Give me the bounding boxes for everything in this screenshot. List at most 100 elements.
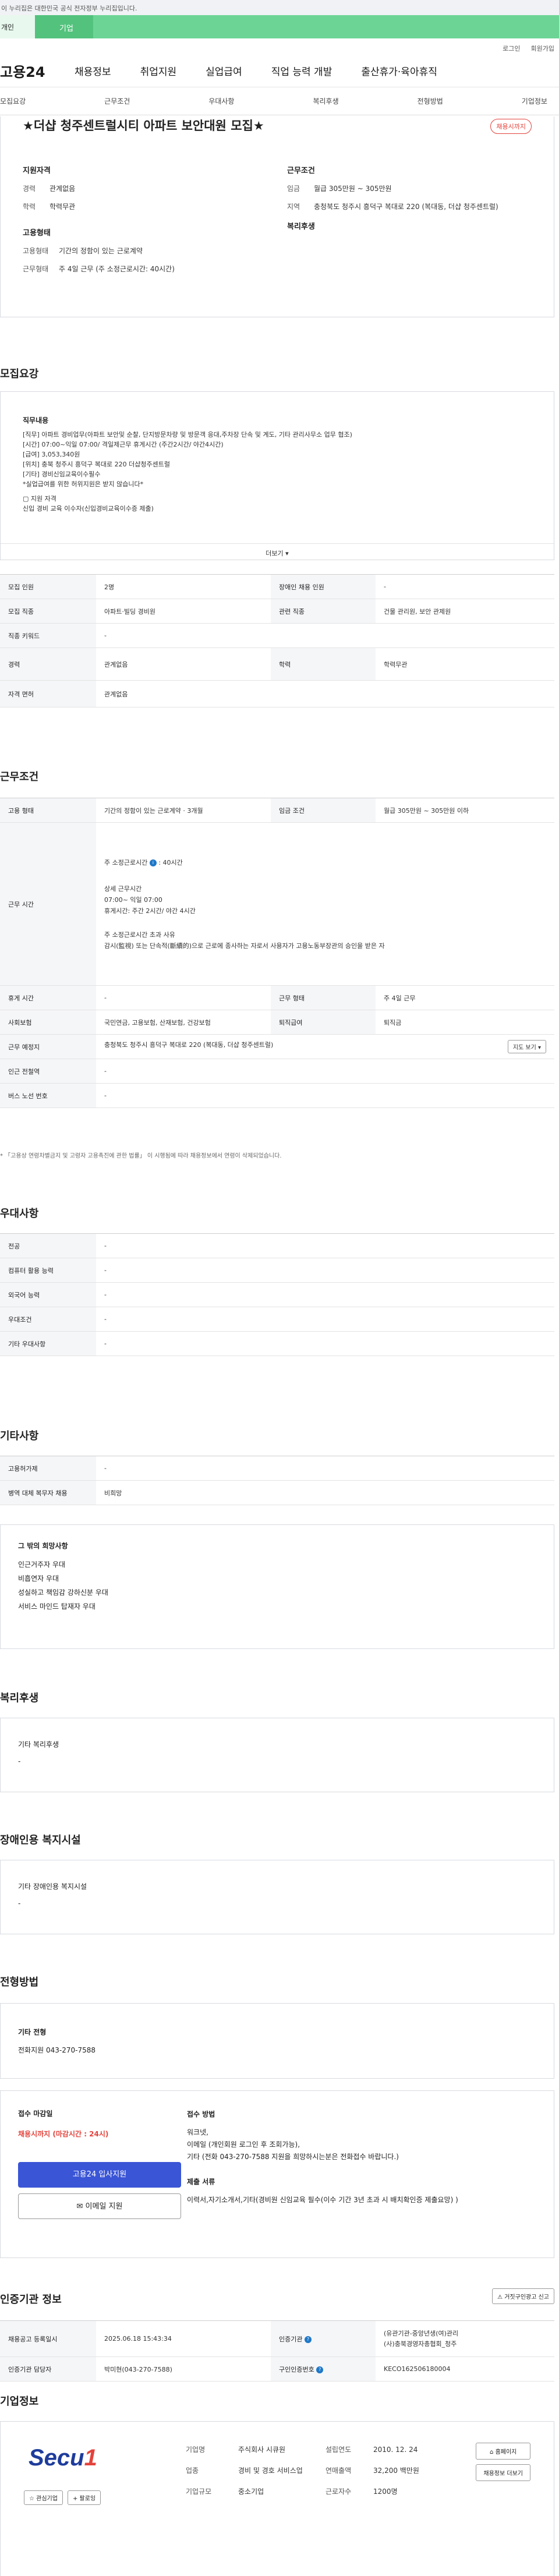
edu-value: 학력무관 xyxy=(49,203,76,211)
anchor-screening[interactable]: 전형방법 xyxy=(418,96,443,106)
welfare-box: 기타 복리후생 - xyxy=(0,1718,554,1792)
anchor-req[interactable]: 모집요강 xyxy=(0,96,26,106)
tab-company[interactable]: 기업 xyxy=(35,15,93,38)
table-value-cell: - xyxy=(96,1258,554,1283)
table-value-cell: - xyxy=(96,1456,554,1481)
gov-banner: 이 누리집은 대한민국 공식 전자정부 누리집입니다. xyxy=(0,0,559,15)
age-note: * 「고용상 연령차별금지 및 고령자 고용촉진에 관한 법률」 이 시행됨에 … xyxy=(0,1153,282,1159)
top-tabs: 개인 기업 xyxy=(0,15,559,38)
table-value-cell: 박미현(043-270-7588) xyxy=(96,2356,271,2382)
more-jobs-button[interactable]: 채용정보 더보기 xyxy=(476,2464,530,2481)
info-icon[interactable]: ? xyxy=(316,2366,324,2373)
table-value-cell: 관계없음 xyxy=(96,647,271,681)
more-button[interactable]: 더보기 ▾ xyxy=(1,543,554,560)
table-label-cell: 모집 직종 xyxy=(0,599,96,624)
type-value: 기간의 정함이 있는 근로계약 xyxy=(59,247,143,255)
table-label-cell: 인증기관 담당자 xyxy=(0,2356,96,2382)
report-button[interactable]: ⚠ 거짓구인광고 신고 xyxy=(492,2288,554,2304)
table-value-cell: 관계없음 xyxy=(96,680,554,707)
cond-heading-main: 근무조건 xyxy=(0,771,39,783)
job-desc-text: [직무] 아파트 경비업무(아파트 보안및 순찰, 단지방문차량 및 방문객 응… xyxy=(23,431,352,512)
star-icon: ☆ xyxy=(29,2496,34,2502)
pref-heading: 우대사항 xyxy=(0,1208,39,1220)
nav-unemployment-benefit[interactable]: 실업급여 xyxy=(206,63,242,78)
table-row: 채용공고 등록일시 2025.06.18 15:43:34 인증기관 ? (유관기관-… xyxy=(0,2320,554,2357)
table-row: 외국어 능력 - xyxy=(0,1282,554,1307)
table-value-cell: 비희망 xyxy=(96,1480,554,1505)
job-desc-box: 직무내용 [직무] 아파트 경비업무(아파트 보안및 순찰, 단지방문차량 및 … xyxy=(0,391,554,560)
anchor-pref[interactable]: 우대사항 xyxy=(208,96,234,106)
table-label-cell: 인증기관 ? xyxy=(271,2320,376,2357)
etc-heading: 기타사항 xyxy=(0,1430,39,1442)
table-label-cell: 근무 형태 xyxy=(271,985,376,1010)
table-label-cell: 휴게 시간 xyxy=(0,985,96,1010)
fav-button[interactable]: ☆ 관심기업 xyxy=(24,2490,63,2505)
table-value-cell: 기간의 정함이 있는 근로계약 · 3개월 xyxy=(96,798,271,823)
table-row: 휴게 시간 - 근무 형태 주 4일 근무 xyxy=(0,985,554,1010)
table-row: 고용 형태 기간의 정함이 있는 근로계약 · 3개월 임금 조건 월급 305만원 … xyxy=(0,798,554,823)
table-row: 병역 대체 복무자 채용 비희망 xyxy=(0,1480,554,1505)
table-value-cell: - xyxy=(96,1282,554,1307)
deadline-badge: 채용시까지 xyxy=(490,119,532,134)
table-label-cell: 전공 xyxy=(0,1233,96,1258)
screening-box: 기타 전형 전화지원 043-270-7588 xyxy=(0,2003,554,2079)
table-value-cell: 주 4일 근무 xyxy=(376,985,554,1010)
table-value-cell: 주 소정근로시간 i : 40시간 상세 근무시간 07:00~ 익일 07:00… xyxy=(96,822,554,986)
pref-table: 전공 - 컴퓨터 활용 능력 - 외국어 능력 - 우대조건 - 기타 우대사항 - xyxy=(0,1233,554,1356)
table-label-cell: 인근 전철역 xyxy=(0,1059,96,1084)
table-value-cell: 2025.06.18 15:43:34 xyxy=(96,2320,271,2357)
table-label-cell: 사회보험 xyxy=(0,1010,96,1035)
table-value-cell: 건물 관리원, 보안 관제원 xyxy=(376,599,554,624)
apply-button[interactable]: 고용24 입사지원 xyxy=(18,2162,181,2188)
util-bar: 로그인 회원가입 xyxy=(0,38,559,55)
homepage-button[interactable]: ⌂ 홈페이지 xyxy=(476,2443,530,2460)
map-button[interactable]: 지도 보기 ▾ xyxy=(507,1040,546,1053)
email-apply-button[interactable]: ✉ 이메일 지원 xyxy=(18,2193,181,2219)
nav-leave[interactable]: 출산휴가·육아휴직 xyxy=(361,63,437,78)
table-label-cell: 근무 예정지 xyxy=(0,1034,96,1059)
table-label-cell: 퇴직급여 xyxy=(271,1010,376,1035)
table-row: 근무 시간 주 소정근로시간 i : 40시간 상세 근무시간 07:00~ 익일… xyxy=(0,822,554,986)
table-row: 근무 예정지 충청북도 청주시 흥덕구 복대로 220 (복대동, 더샵 청주센트… xyxy=(0,1034,554,1059)
tab-personal[interactable]: 개인 xyxy=(0,15,35,38)
career-value: 관계없음 xyxy=(49,185,76,193)
hours-label: 근무형태 xyxy=(23,265,49,273)
wage-label: 임금 xyxy=(287,185,300,193)
join-link[interactable]: 회원가입 xyxy=(531,44,554,55)
cert-table: 채용공고 등록일시 2025.06.18 15:43:34 인증기관 ? (유관기관-… xyxy=(0,2320,554,2382)
nav-training[interactable]: 직업 능력 개발 xyxy=(271,63,332,78)
report-icon: ⚠ xyxy=(497,2294,503,2301)
edu-label: 학력 xyxy=(23,203,36,211)
table-label-cell: 고용 형태 xyxy=(0,798,96,823)
table-value-cell: - xyxy=(96,1083,554,1108)
apply-box: 접수 마감일 채용시까지 (마감시간 : 24시) 고용24 입사지원 ✉ 이메… xyxy=(0,2090,554,2258)
table-value-cell: 퇴직금 xyxy=(376,1010,554,1035)
anchor-welfare[interactable]: 복리후생 xyxy=(313,96,338,106)
anchor-company[interactable]: 기업정보 xyxy=(522,96,547,106)
table-row: 사회보험 국민연금, 고용보험, 산재보험, 건강보험 퇴직급여 퇴직금 xyxy=(0,1010,554,1035)
follow-button[interactable]: + 팔로잉 xyxy=(67,2490,101,2505)
login-link[interactable]: 로그인 xyxy=(503,44,520,55)
nav-employment-support[interactable]: 취업지원 xyxy=(140,63,177,78)
cond-heading: 근무조건 xyxy=(287,167,315,175)
nav-jobs[interactable]: 채용정보 xyxy=(75,63,111,78)
anchor-cond[interactable]: 근무조건 xyxy=(104,96,130,106)
table-label-cell: 외국어 능력 xyxy=(0,1282,96,1307)
disabled-heading: 장애인용 복지시설 xyxy=(0,1834,81,1846)
table-label-cell: 고용허가제 xyxy=(0,1456,96,1481)
info-icon[interactable]: ? xyxy=(304,2336,312,2343)
welfare-heading: 복리후생 xyxy=(287,222,315,231)
logo[interactable]: 고용24 xyxy=(0,61,70,81)
table-label-cell: 모집 인원 xyxy=(0,574,96,599)
table-row: 기타 우대사항 - xyxy=(0,1331,554,1356)
type-label: 고용형태 xyxy=(23,247,49,255)
table-row: 고용허가제 - xyxy=(0,1456,554,1481)
table-label-cell: 구인인증번호 ? xyxy=(271,2356,376,2382)
table-label-cell: 컴퓨터 활용 능력 xyxy=(0,1258,96,1283)
welfare-heading-main: 복리후생 xyxy=(0,1692,39,1704)
area-value: 충청북도 청주시 흥덕구 복대로 220 (복대동, 더샵 청주센트럴) xyxy=(314,203,498,211)
table-value-cell: KECO162506180004 xyxy=(376,2356,554,2382)
info-icon[interactable]: i xyxy=(149,859,157,866)
table-label-cell: 경력 xyxy=(0,647,96,681)
table-row: 인근 전철역 - xyxy=(0,1059,554,1084)
